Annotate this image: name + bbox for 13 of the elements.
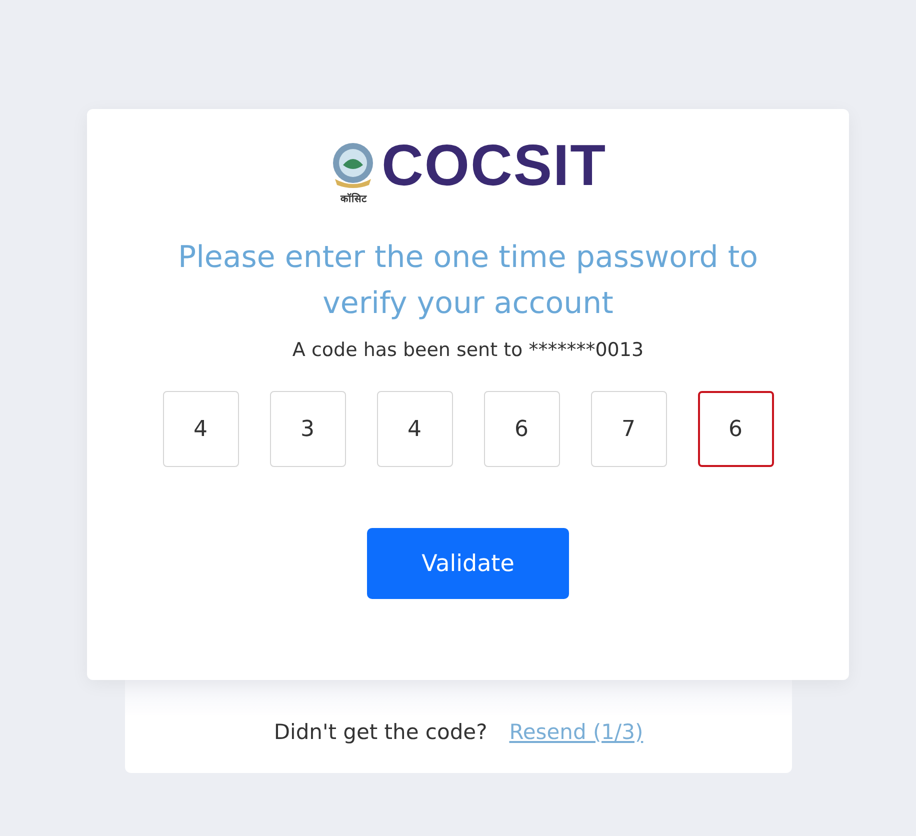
logo-text: COCSIT bbox=[381, 137, 607, 195]
digit-field[interactable]: 7 bbox=[590, 391, 666, 467]
logo-subtitle: कॉसिट bbox=[340, 192, 366, 205]
heading: Please enter the one time password to verify your account bbox=[177, 239, 759, 323]
digit-field[interactable]: 3 bbox=[270, 391, 346, 467]
digit-field[interactable]: 6 bbox=[484, 391, 560, 467]
emblem-icon bbox=[331, 141, 376, 189]
digit-field[interactable]: 4 bbox=[376, 391, 452, 467]
code-sent-message: A code has been sent to *******0013 bbox=[292, 339, 644, 361]
resend-prompt: Didn't get the code? bbox=[274, 720, 488, 744]
validate-button[interactable]: Validate bbox=[367, 528, 569, 599]
digit-field[interactable]: 6 bbox=[698, 391, 774, 467]
digit-field[interactable]: 4 bbox=[162, 391, 238, 467]
